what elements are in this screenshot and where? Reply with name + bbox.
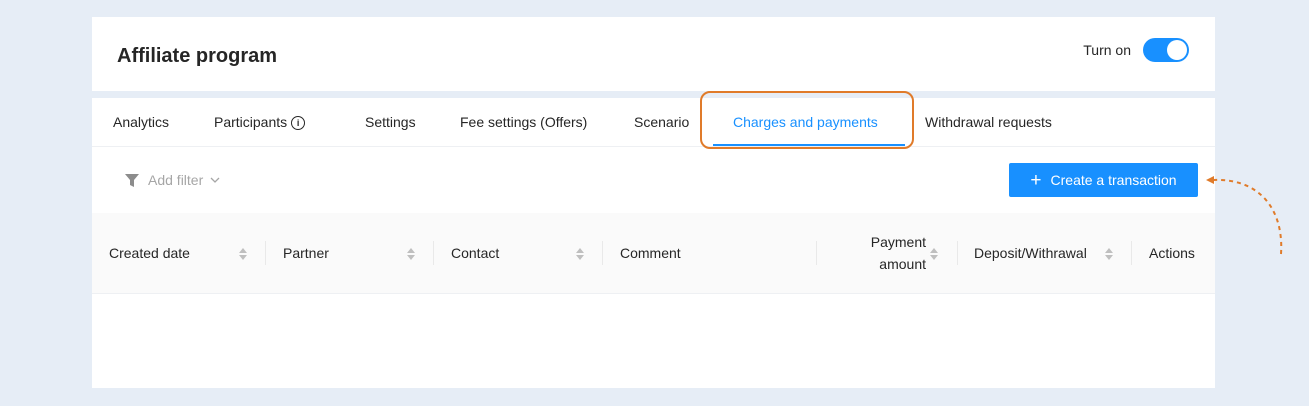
chevron-down-icon	[210, 177, 220, 183]
tab-fee-settings[interactable]: Fee settings (Offers)	[460, 114, 587, 130]
sort-icon[interactable]	[1105, 248, 1113, 260]
annotation-arrow-icon	[1206, 176, 1283, 255]
plus-icon: +	[1030, 169, 1042, 191]
column-label-line2: amount	[879, 256, 926, 272]
column-label: Payment amount	[871, 231, 926, 275]
column-label: Created date	[109, 245, 190, 261]
tab-settings[interactable]: Settings	[365, 114, 416, 130]
main-card: Analytics Participants i Settings Fee set…	[92, 91, 1215, 388]
create-transaction-label: Create a transaction	[1050, 172, 1177, 188]
tab-scenario[interactable]: Scenario	[634, 114, 689, 130]
column-comment: Comment	[620, 213, 681, 293]
column-actions: Actions	[1149, 213, 1195, 293]
sort-icon[interactable]	[407, 248, 415, 260]
sort-icon[interactable]	[576, 248, 584, 260]
column-payment-amount[interactable]: Payment amount	[852, 213, 926, 293]
column-label: Deposit/Withrawal	[974, 245, 1087, 261]
tab-bar: Analytics Participants i Settings Fee set…	[92, 98, 1215, 147]
sort-icon[interactable]	[239, 248, 247, 260]
toggle-knob	[1167, 40, 1187, 60]
tab-withdrawal-requests[interactable]: Withdrawal requests	[925, 114, 1052, 130]
create-transaction-button[interactable]: + Create a transaction	[1009, 163, 1198, 197]
tab-participants-label: Participants	[214, 114, 288, 130]
header-card: Affiliate program Turn on	[92, 17, 1215, 91]
column-created-date[interactable]: Created date	[109, 213, 190, 293]
add-filter-label: Add filter	[148, 172, 204, 188]
filter-icon	[125, 173, 139, 187]
column-partner[interactable]: Partner	[283, 213, 329, 293]
column-label: Comment	[620, 245, 681, 261]
turn-on-toggle-group: Turn on	[1083, 38, 1189, 62]
sort-icon[interactable]	[930, 248, 938, 260]
tab-highlight-box	[700, 91, 914, 149]
column-divider	[433, 241, 434, 265]
column-deposit-withdrawal[interactable]: Deposit/Withrawal	[974, 213, 1087, 293]
column-divider	[265, 241, 266, 265]
table-header: Created date Partner Contact Comment Pay…	[92, 213, 1215, 294]
add-filter-button[interactable]: Add filter	[125, 172, 229, 188]
column-divider	[1131, 241, 1132, 265]
column-label: Partner	[283, 245, 329, 261]
column-label: Contact	[451, 245, 500, 261]
column-label: Actions	[1149, 245, 1195, 261]
toggle-label: Turn on	[1083, 42, 1131, 58]
column-divider	[816, 241, 817, 265]
tab-participants[interactable]: Participants i	[214, 114, 306, 130]
column-contact[interactable]: Contact	[451, 213, 499, 293]
turn-on-toggle[interactable]	[1143, 38, 1189, 62]
column-divider	[957, 241, 958, 265]
info-icon: i	[291, 116, 306, 130]
column-divider	[602, 241, 603, 265]
tab-analytics[interactable]: Analytics	[113, 114, 169, 130]
column-label-line1: Payment	[870, 234, 926, 250]
page-title: Affiliate program	[117, 45, 278, 67]
